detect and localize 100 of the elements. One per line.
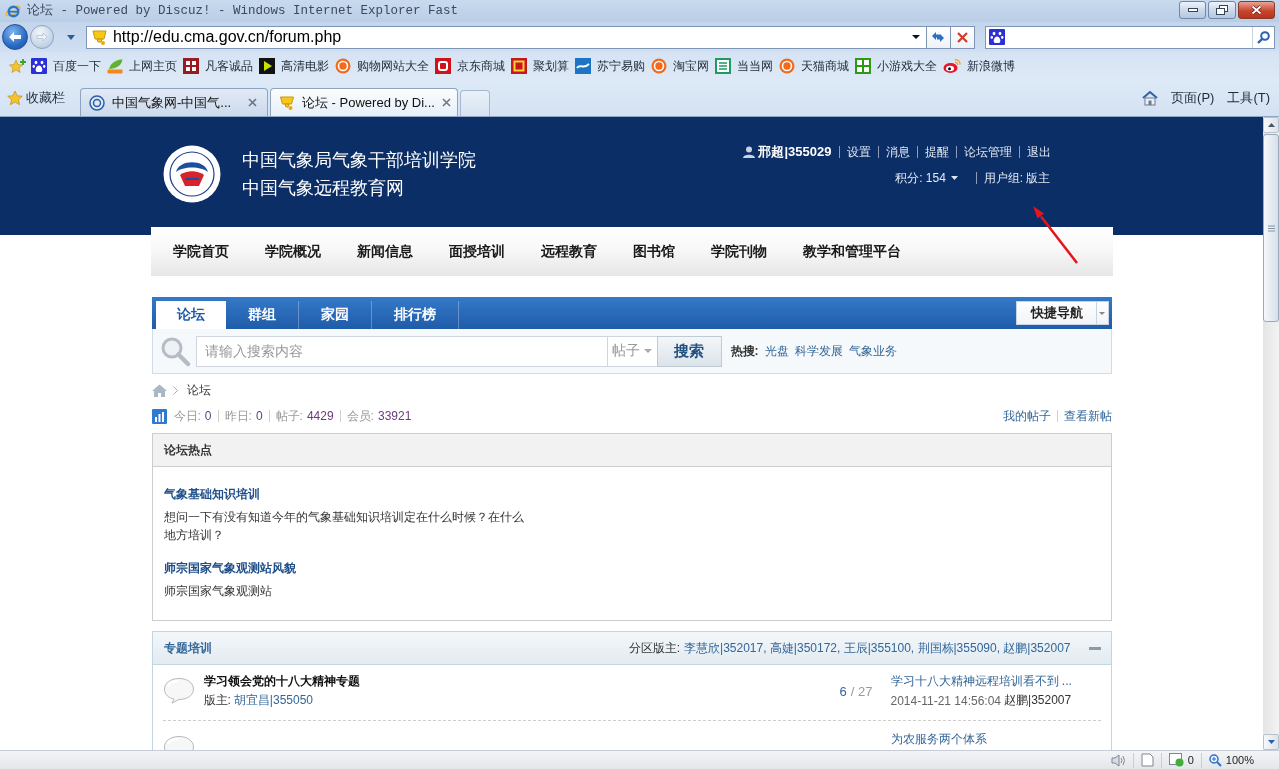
circle-icon [89, 94, 105, 111]
user-menu-link[interactable]: 提醒 [924, 143, 949, 161]
close-icon[interactable] [248, 98, 257, 107]
nav-link[interactable]: 学院概况 [246, 242, 339, 261]
bookmark-link[interactable]: 当当网 [715, 57, 773, 75]
user-menu-link[interactable]: 论坛管理 [963, 143, 1012, 161]
user-icon [743, 146, 756, 158]
moderator-label: 版主: [203, 692, 231, 709]
user-group-text: 用户组: 版主 [983, 169, 1051, 187]
nav-link[interactable]: 学院刊物 [692, 242, 785, 261]
bookmark-link[interactable]: 淘宝网 [651, 57, 709, 75]
user-menu-link[interactable]: 设置 [846, 143, 871, 161]
bookmark-link[interactable]: 高清电影 [259, 57, 329, 75]
bell-icon [90, 28, 109, 46]
bookmark-link[interactable]: 小游戏大全 [855, 57, 937, 75]
back-button[interactable] [2, 24, 28, 50]
stat-label: 今日: [173, 407, 201, 425]
forum-link[interactable]: 我的帖子 [1002, 407, 1051, 425]
scroll-down-button[interactable] [1263, 734, 1279, 750]
bookmark-link[interactable]: 聚划算 [511, 57, 569, 75]
bookmark-link[interactable]: 购物网站大全 [335, 57, 429, 75]
caret-down-icon [1267, 740, 1275, 744]
stop-icon [957, 31, 968, 43]
circle-icon [335, 58, 351, 74]
browser-tab[interactable]: 论坛 - Powered by Di... [270, 88, 458, 116]
user-menu-link[interactable]: 退出 [1026, 143, 1051, 161]
address-field[interactable]: http://edu.cma.gov.cn/forum.php [85, 25, 927, 49]
wave-icon [575, 58, 591, 74]
bookmark-link[interactable]: 凡客诚品 [183, 57, 253, 75]
stop-button[interactable] [950, 25, 976, 49]
topic-link[interactable]: 气象基础知识培训 [163, 484, 260, 504]
close-icon[interactable] [441, 98, 451, 107]
moderator-link[interactable]: 胡宜昌|355050 [233, 692, 313, 709]
search-button[interactable]: 搜索 [656, 335, 722, 367]
favorites-button[interactable]: 收藏栏 [4, 86, 68, 110]
breadcrumb-link[interactable]: 论坛 [186, 381, 211, 399]
refresh-icon [930, 30, 947, 44]
nav-link[interactable]: 教学和管理平台 [784, 242, 919, 261]
forum-title-link[interactable]: 学习领会党的十八大精神专题 [203, 673, 360, 690]
stat-value: 0 [204, 409, 212, 423]
caret-icon[interactable] [911, 35, 920, 39]
bookmark-link[interactable]: 京东商城 [435, 57, 505, 75]
arrow-left-icon [8, 31, 22, 43]
bar-chart-icon [151, 408, 167, 424]
section-title[interactable]: 专题培训 [163, 639, 212, 657]
topic-link[interactable]: 师宗国家气象观测站风貌 [163, 558, 296, 578]
tile-icon [183, 58, 199, 74]
nav-link[interactable]: 新闻信息 [338, 242, 431, 261]
zoom-icon[interactable] [1208, 753, 1222, 767]
bookmark-link[interactable]: 上网主页 [107, 57, 177, 75]
restore-button[interactable] [1208, 1, 1236, 19]
last-post-link[interactable]: 学习十八大精神远程培训看不到 ... [890, 673, 1072, 690]
zoom-level[interactable]: 100% [1225, 754, 1254, 766]
hot-search-link[interactable]: 科学发展 [794, 342, 843, 360]
menu-button[interactable]: 工具(T) [1227, 89, 1270, 107]
username-link[interactable]: 邢超|355029 [758, 143, 832, 161]
moderator-links[interactable]: 李慧欣|352017, 高婕|350172, 王辰|355100, 荆国栋|355090, 赵鹏|352007 [684, 639, 1071, 657]
stat-value: 33921 [377, 409, 412, 423]
quick-nav-button[interactable]: 快捷导航 [1015, 301, 1109, 325]
bookmark-link[interactable]: 百度一下 [31, 57, 101, 75]
close-button[interactable] [1238, 1, 1275, 19]
forum-link[interactable]: 查看新帖 [1063, 407, 1112, 425]
hot-search-link[interactable]: 光盘 [764, 342, 789, 360]
logo-icon [5, 3, 21, 19]
credits-menu[interactable]: 积分: 154 [895, 169, 958, 187]
star-plus-icon[interactable] [8, 58, 26, 74]
menu-button[interactable]: 页面(P) [1171, 89, 1215, 107]
scroll-up-button[interactable] [1263, 117, 1279, 133]
caret-icon [1098, 311, 1105, 315]
grid-icon [855, 58, 871, 74]
scrollbar-thumb[interactable] [1263, 134, 1279, 322]
refresh-button[interactable] [926, 25, 951, 49]
bookmark-link[interactable]: 天猫商城 [779, 57, 849, 75]
search-input[interactable]: 请输入搜索内容 [195, 335, 607, 367]
chevron-right-icon [172, 385, 178, 395]
user-menu-link[interactable]: 消息 [885, 143, 910, 161]
tile-icon [435, 58, 451, 74]
tile-icon [511, 58, 527, 74]
hot-search-link[interactable]: 气象业务 [848, 342, 897, 360]
minus-icon [1088, 646, 1101, 650]
paw-icon [989, 29, 1006, 45]
minimize-button[interactable] [1179, 1, 1206, 19]
bookmark-link[interactable]: 苏宁易购 [575, 57, 645, 75]
nav-link[interactable]: 面授培训 [430, 242, 523, 261]
site-subtitle: 中国气象远程教育网 [241, 177, 405, 200]
home-icon[interactable] [1142, 90, 1159, 106]
nav-link[interactable]: 远程教育 [522, 242, 615, 261]
nav-link[interactable]: 学院首页 [154, 242, 247, 261]
search-field[interactable] [985, 25, 1275, 49]
speech-bubble-icon [162, 677, 195, 704]
restore-icon [1216, 5, 1228, 15]
last-post-link[interactable]: 为农服务两个体系 [890, 731, 987, 748]
nav-link[interactable]: 图书馆 [614, 242, 693, 261]
close-icon [1251, 5, 1262, 15]
browser-tab[interactable]: 中国气象网-中国气... [80, 88, 268, 116]
bookmark-link[interactable]: 新浪微博 [943, 57, 1015, 75]
grip-icon [1267, 224, 1275, 232]
last-post-time: 2014-11-21 14:56:04 [890, 693, 1002, 708]
moderators-label: 分区版主: [628, 639, 680, 657]
forum-tab[interactable]: 论坛 [155, 301, 226, 329]
